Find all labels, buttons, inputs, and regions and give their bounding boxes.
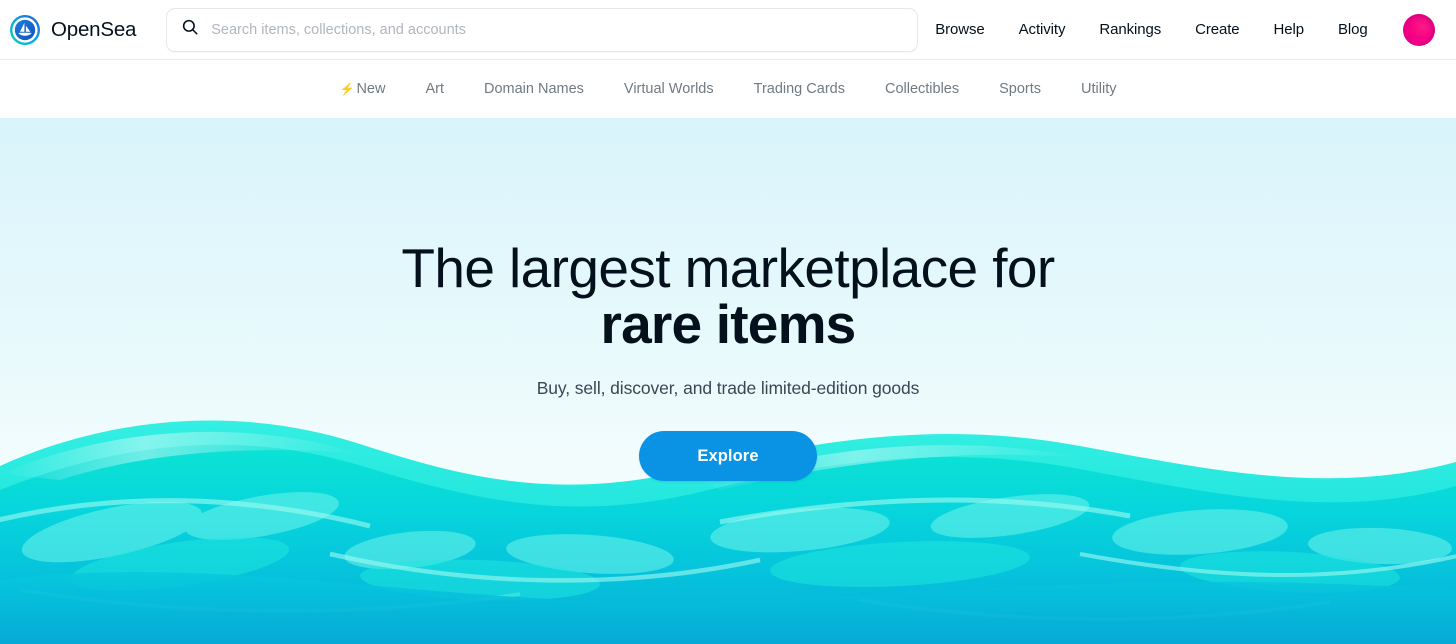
nav-item-rankings[interactable]: Rankings xyxy=(1082,21,1178,38)
category-item-utility[interactable]: Utility xyxy=(1061,81,1136,97)
hero-section: The largest marketplace for rare items B… xyxy=(0,118,1456,644)
user-avatar[interactable] xyxy=(1402,13,1435,46)
opensea-sailboat-logo-icon xyxy=(10,14,40,45)
nav-item-activity[interactable]: Activity xyxy=(1002,21,1083,38)
brand-name: OpenSea xyxy=(51,17,137,41)
category-item-virtual-worlds[interactable]: Virtual Worlds xyxy=(604,81,734,97)
category-item-new[interactable]: ⚡ New xyxy=(319,81,405,97)
lightning-bolt-icon: ⚡ xyxy=(339,81,355,96)
category-label-new: New xyxy=(356,81,386,97)
category-item-trading-cards[interactable]: Trading Cards xyxy=(734,81,865,97)
nav-item-create[interactable]: Create xyxy=(1178,21,1256,38)
category-item-collectibles[interactable]: Collectibles xyxy=(865,81,979,97)
hero-subheadline: Buy, sell, discover, and trade limited-e… xyxy=(536,378,920,398)
hero-headline: The largest marketplace for rare items xyxy=(0,240,1456,352)
hero-headline-line-1: The largest marketplace for xyxy=(401,237,1055,299)
site-header: OpenSea Browse Activity Rankings Create … xyxy=(0,0,1456,60)
category-item-sports[interactable]: Sports xyxy=(979,81,1061,97)
search-icon xyxy=(181,18,199,41)
main-navigation: Browse Activity Rankings Create Help Blo… xyxy=(918,13,1435,46)
category-item-art[interactable]: Art xyxy=(405,81,464,97)
nav-item-browse[interactable]: Browse xyxy=(918,21,1001,38)
nav-item-help[interactable]: Help xyxy=(1257,21,1321,38)
explore-button[interactable]: Explore xyxy=(639,431,817,481)
hero-headline-line-2: rare items xyxy=(600,293,857,355)
brand-logo-link[interactable]: OpenSea xyxy=(10,14,137,45)
opensea-homepage: OpenSea Browse Activity Rankings Create … xyxy=(0,0,1456,644)
search-bar[interactable] xyxy=(166,7,919,52)
search-input[interactable] xyxy=(211,21,904,38)
category-item-domain-names[interactable]: Domain Names xyxy=(464,81,604,97)
category-navigation: ⚡ New Art Domain Names Virtual Worlds Tr… xyxy=(0,60,1456,118)
nav-item-blog[interactable]: Blog xyxy=(1321,21,1385,38)
hero-content: The largest marketplace for rare items B… xyxy=(0,118,1456,481)
